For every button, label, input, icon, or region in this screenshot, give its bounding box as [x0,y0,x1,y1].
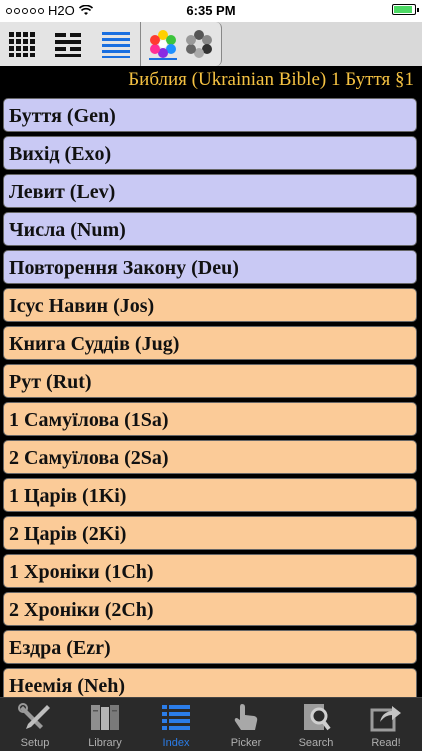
list-item[interactable]: Ездра (Ezr) [3,630,417,664]
list-item-label: Вихід (Exo) [9,143,112,165]
list-item[interactable]: Левит (Lev) [3,174,417,208]
index-list-icon [162,705,190,730]
list-item-label: 1 Хроніки (1Ch) [9,561,154,583]
list-item-label: Числа (Num) [9,219,126,241]
tab-label: Picker [230,737,262,749]
color-wheel-icon [149,30,177,60]
battery-icon [392,4,419,15]
grid-view-icon [9,32,35,57]
list-item[interactable]: Книга Суддів (Jug) [3,326,417,360]
list-item[interactable]: 2 Самуїлова (2Sa) [3,440,417,474]
clock: 6:35 PM [186,3,236,18]
list-item-label: 2 Хроніки (2Ch) [9,599,154,621]
tab-library[interactable]: Library [70,698,140,751]
list-item[interactable]: Повторення Закону (Deu) [3,250,417,284]
tab-picker[interactable]: Picker [211,698,281,751]
tab-index[interactable]: Index [141,698,211,751]
list-view-icon [102,32,130,58]
list-item[interactable]: 1 Хроніки (1Ch) [3,554,417,588]
tab-label: Library [88,737,122,749]
gray-mode-button[interactable] [183,28,215,60]
color-button-group [141,22,222,66]
hand-pointer-icon [234,704,258,730]
list-item[interactable]: Числа (Num) [3,212,417,246]
list-item[interactable]: 1 Самуїлова (1Sa) [3,402,417,436]
list-item[interactable]: Неемія (Neh) [3,668,417,697]
list-item[interactable]: Вихід (Exo) [3,136,417,170]
magnifier-icon [304,704,331,731]
compact-list-icon [55,33,81,57]
list-item[interactable]: 1 Царів (1Ki) [3,478,417,512]
list-view-button[interactable] [100,28,132,60]
grid-view-button[interactable] [6,28,38,60]
tab-label: Search [298,737,334,749]
share-arrow-icon [370,706,401,732]
list-item[interactable]: 2 Хроніки (2Ch) [3,592,417,626]
list-item-label: Повторення Закону (Deu) [9,257,239,279]
tab-setup[interactable]: Setup [0,698,70,751]
tab-label: Read! [371,737,401,749]
books-icon [91,705,119,730]
tab-read[interactable]: Read! [351,698,421,751]
list-item-label: Буття (Gen) [9,105,116,127]
gray-wheel-icon [186,30,212,58]
page-title: Библия (Ukrainian Bible) 1 Буття §1 [128,69,414,90]
tab-label: Setup [20,737,50,749]
status-bar: H2O 6:35 PM [0,0,422,22]
list-item-label: Книга Суддів (Jug) [9,333,180,355]
tools-icon [18,703,50,729]
tab-search[interactable]: Search [281,698,351,751]
list-item-label: Ісус Навин (Jos) [9,295,155,317]
layout-button-group [0,22,141,66]
list-item-label: 1 Царів (1Ki) [9,485,127,507]
list-item-label: Рут (Rut) [9,371,92,393]
list-item-label: 1 Самуїлова (1Sa) [9,409,169,431]
list-item-label: Неемія (Neh) [9,675,126,697]
list-item-label: 2 Самуїлова (2Sa) [9,447,169,469]
view-toolbar [0,22,422,66]
compact-list-button[interactable] [52,28,84,60]
title-bar: Библия (Ukrainian Bible) 1 Буття §1 [0,66,422,94]
list-item[interactable]: Рут (Rut) [3,364,417,398]
list-item[interactable]: 2 Царів (2Ki) [3,516,417,550]
list-item-label: Левит (Lev) [9,181,116,203]
list-item[interactable]: Ісус Навин (Jos) [3,288,417,322]
tab-bar: Setup Library Index Picker Search Read! [0,697,422,751]
list-item-label: Ездра (Ezr) [9,637,111,659]
color-mode-button[interactable] [147,28,179,60]
list-item[interactable]: Буття (Gen) [3,98,417,132]
book-list[interactable]: Буття (Gen) Вихід (Exo) Левит (Lev) Числ… [0,94,422,697]
list-item-label: 2 Царів (2Ki) [9,523,127,545]
tab-label: Index [162,737,190,749]
